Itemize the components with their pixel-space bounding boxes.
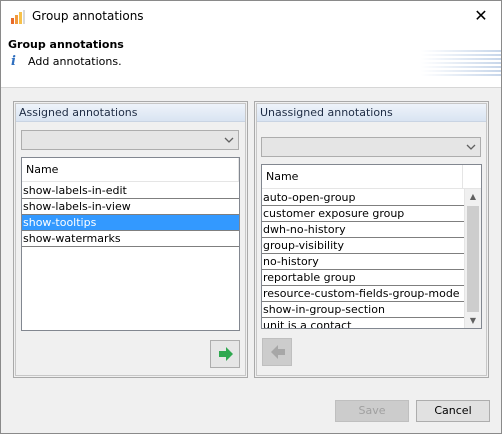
- scroll-up-icon[interactable]: ▲: [465, 189, 481, 205]
- add-annotation-button[interactable]: [210, 340, 240, 368]
- list-item[interactable]: show-labels-in-edit: [22, 183, 239, 199]
- unassigned-panel-title: Unassigned annotations: [257, 104, 486, 122]
- assigned-panel-title: Assigned annotations: [16, 104, 245, 122]
- header-message: Add annotations.: [28, 55, 122, 68]
- info-icon: i: [11, 54, 16, 69]
- remove-annotation-button[interactable]: [262, 338, 292, 366]
- list-item[interactable]: show-tooltips: [22, 215, 239, 231]
- cancel-button[interactable]: Cancel: [416, 400, 490, 422]
- list-item[interactable]: resource-custom-fields-group-mode: [262, 286, 464, 302]
- unassigned-scrollbar[interactable]: ▲ ▼: [464, 189, 481, 328]
- list-item[interactable]: reportable group: [262, 270, 464, 286]
- list-item[interactable]: show-watermarks: [22, 231, 239, 247]
- chevron-down-icon: [224, 137, 234, 143]
- header-title: Group annotations: [8, 38, 124, 51]
- list-item[interactable]: no-history: [262, 254, 464, 270]
- list-item[interactable]: show-in-group-section: [262, 302, 464, 318]
- list-item[interactable]: dwh-no-history: [262, 222, 464, 238]
- scroll-down-icon[interactable]: ▼: [465, 313, 481, 328]
- save-button[interactable]: Save: [335, 400, 409, 422]
- header-decoration: [421, 50, 501, 80]
- arrow-left-icon: [271, 345, 285, 359]
- unassigned-column-header[interactable]: Name: [262, 165, 481, 189]
- assigned-list[interactable]: Name show-labels-in-edit show-labels-in-v…: [21, 157, 240, 331]
- unassigned-panel: Unassigned annotations Name auto-open-gr…: [254, 101, 489, 378]
- arrow-right-icon: [219, 347, 233, 361]
- unassigned-list[interactable]: Name auto-open-group customer exposure gr…: [261, 164, 482, 329]
- app-icon: [10, 9, 26, 25]
- window-title: Group annotations: [32, 9, 144, 23]
- assigned-column-header[interactable]: Name: [22, 158, 239, 182]
- list-item[interactable]: auto-open-group: [262, 190, 464, 206]
- unassigned-filter-combo[interactable]: [261, 137, 481, 157]
- list-item[interactable]: show-labels-in-view: [22, 199, 239, 215]
- scroll-thumb[interactable]: [467, 206, 479, 312]
- chevron-down-icon: [466, 144, 476, 150]
- group-annotations-dialog: Group annotations ✕ Group annotations i …: [0, 0, 502, 434]
- list-item[interactable]: group-visibility: [262, 238, 464, 254]
- title-bar: Group annotations ✕: [1, 1, 501, 32]
- close-icon[interactable]: ✕: [471, 6, 491, 26]
- assigned-filter-combo[interactable]: [21, 130, 239, 150]
- list-item[interactable]: customer exposure group: [262, 206, 464, 222]
- dialog-header: Group annotations i Add annotations.: [1, 32, 501, 88]
- list-item[interactable]: unit is a contact: [262, 318, 464, 328]
- assigned-panel: Assigned annotations Name show-labels-in…: [13, 101, 248, 378]
